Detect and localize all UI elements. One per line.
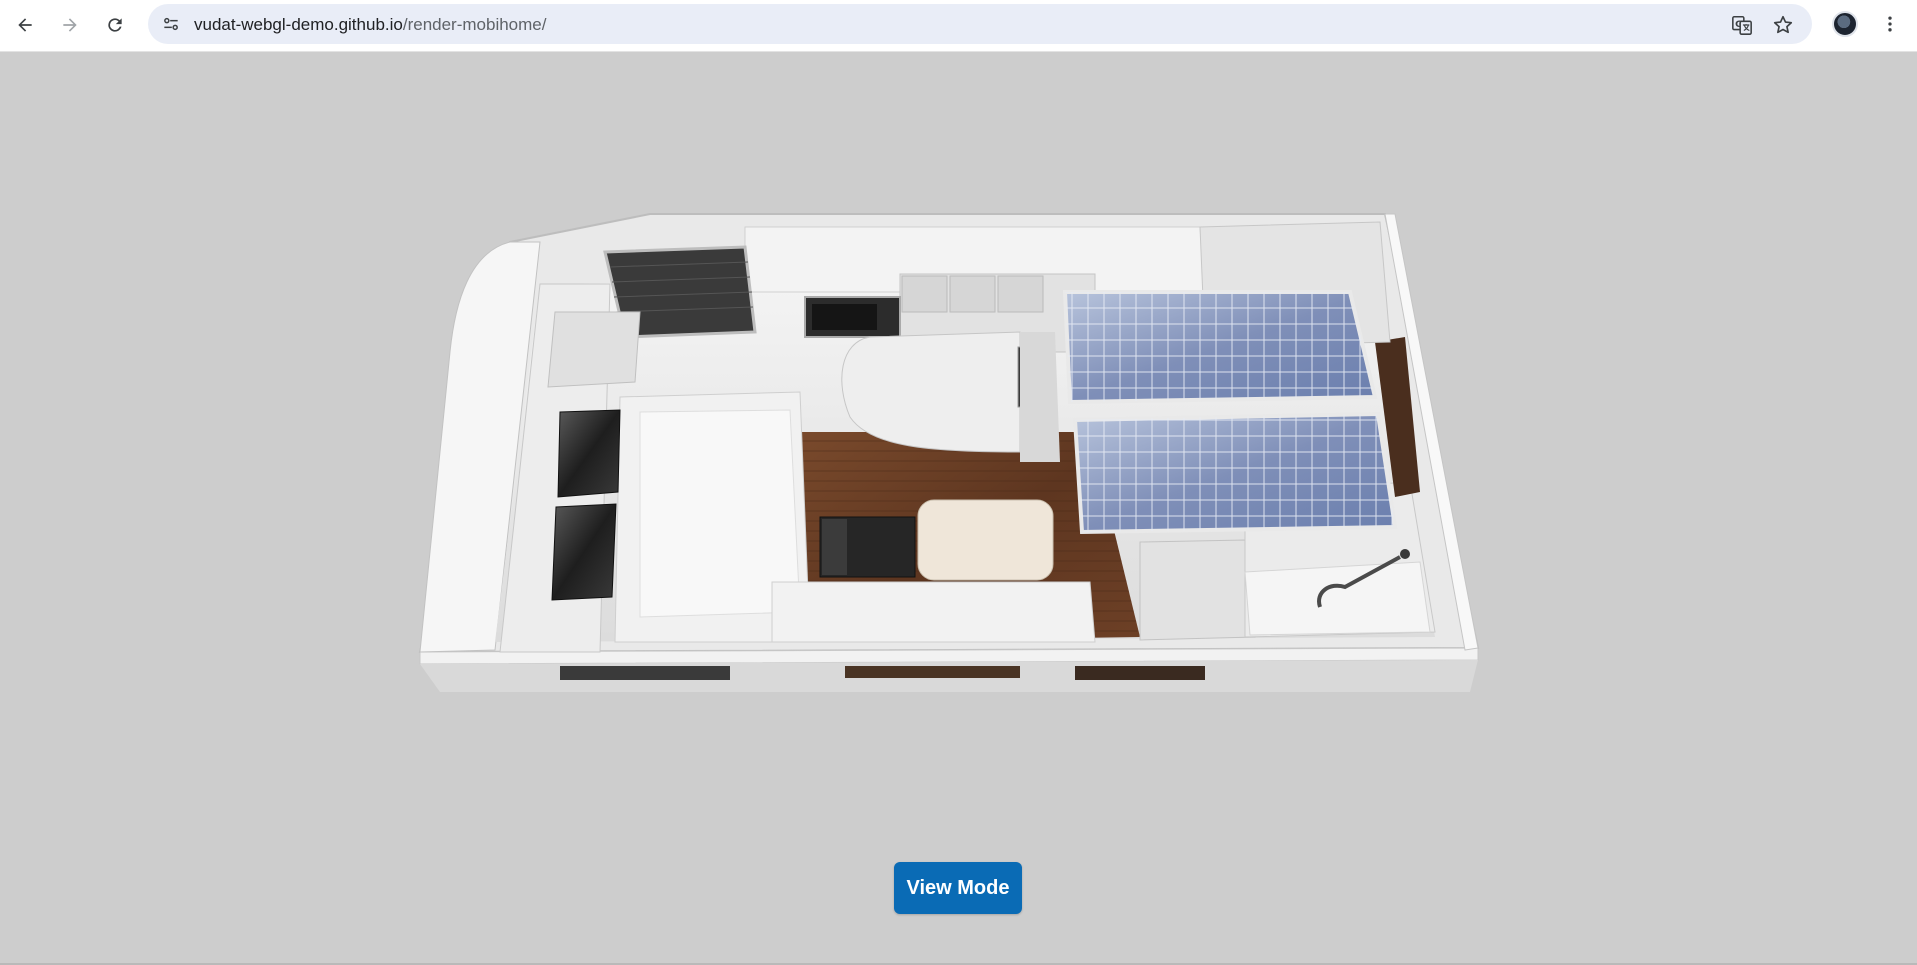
profile-button[interactable] — [1830, 9, 1860, 39]
back-arrow-icon — [18, 18, 32, 32]
site-info-button[interactable] — [158, 11, 184, 37]
address-bar[interactable]: vudat-webgl-demo.github.io/render-mobiho… — [148, 4, 1812, 44]
url-text[interactable]: vudat-webgl-demo.github.io/render-mobiho… — [194, 15, 546, 35]
reload-button[interactable] — [98, 8, 132, 42]
mobile-home-3d-model[interactable] — [0, 52, 1917, 965]
bookmark-button[interactable] — [1771, 13, 1795, 37]
back-button[interactable] — [8, 8, 42, 42]
kebab-menu-icon — [1888, 16, 1892, 32]
star-icon — [1773, 15, 1793, 34]
webgl-viewport[interactable]: View Mode — [0, 52, 1917, 965]
url-path: /render-mobihome/ — [402, 15, 547, 34]
forward-arrow-icon — [63, 18, 77, 32]
url-host: vudat-webgl-demo.github.io — [194, 15, 403, 34]
avatar — [1832, 11, 1858, 37]
reload-icon — [108, 18, 122, 32]
translate-button[interactable]: G — [1730, 13, 1754, 37]
site-info-icon — [164, 17, 178, 31]
browser-toolbar: vudat-webgl-demo.github.io/render-mobiho… — [0, 0, 1917, 52]
forward-button[interactable] — [53, 8, 87, 42]
view-mode-button[interactable]: View Mode — [894, 862, 1022, 914]
menu-button[interactable] — [1875, 9, 1905, 39]
translate-icon: G — [1732, 15, 1752, 35]
